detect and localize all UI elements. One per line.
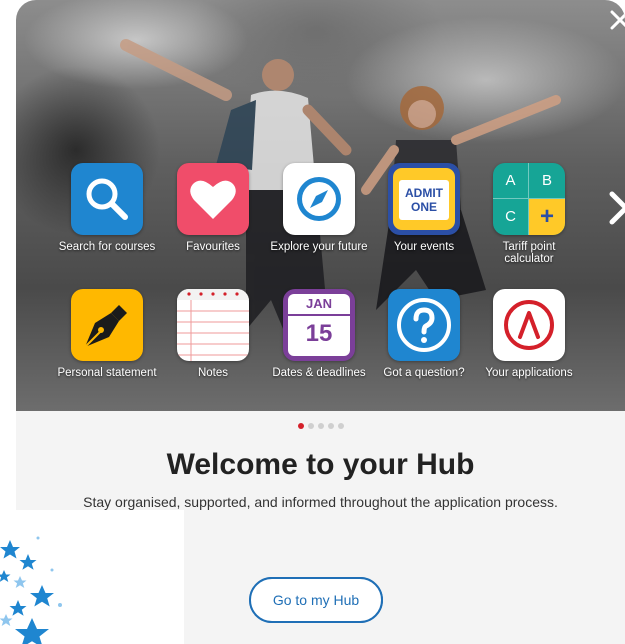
app-label: Notes	[197, 367, 229, 379]
hero-image: Search for courses Favourites Explore yo…	[16, 0, 625, 411]
ticket-icon: ADMIT ONE	[393, 168, 455, 230]
question-icon	[397, 298, 451, 352]
go-to-hub-button-visible[interactable]: Go to my Hub	[249, 577, 383, 623]
statement-tile	[71, 289, 143, 361]
question-tile	[388, 289, 460, 361]
favourites-tile	[177, 163, 249, 235]
applications-tile	[493, 289, 565, 361]
search-icon	[86, 178, 128, 220]
pagination-dot-2[interactable]	[307, 423, 314, 429]
app-search-courses[interactable]: Search for courses	[57, 163, 157, 253]
app-tariff-calculator[interactable]: A B C + Tariff point calculator	[479, 163, 579, 265]
app-your-applications[interactable]: Your applications	[479, 289, 579, 379]
pagination-dot-5[interactable]	[337, 423, 344, 429]
pagination-dot-4[interactable]	[327, 423, 334, 429]
app-label: Tariff point calculator	[502, 241, 556, 265]
events-tile: ADMIT ONE	[388, 163, 460, 235]
app-notes[interactable]: Notes	[163, 289, 263, 379]
carousel-next-button[interactable]	[604, 190, 625, 226]
app-got-question[interactable]: Got a question?	[374, 289, 474, 379]
app-label: Got a question?	[383, 367, 465, 379]
app-label: Dates & deadlines	[272, 367, 366, 379]
calculator-icon: A B C +	[493, 163, 565, 235]
notes-tile	[177, 289, 249, 361]
compass-icon	[297, 177, 341, 221]
app-label: Search for courses	[58, 241, 156, 253]
app-label: Your events	[393, 241, 455, 253]
applications-icon	[504, 300, 554, 350]
app-personal-statement[interactable]: Personal statement	[57, 289, 157, 379]
calendar-icon: JAN 15	[283, 289, 355, 361]
calc-key-c: C	[493, 199, 529, 235]
app-label: Favourites	[186, 241, 240, 253]
pen-icon	[84, 305, 127, 348]
app-label: Your applications	[485, 367, 573, 379]
app-dates-deadlines[interactable]: JAN 15 Dates & deadlines	[269, 289, 369, 379]
app-label: Explore your future	[270, 241, 368, 253]
calendar-day: 15	[305, 320, 333, 347]
close-button[interactable]	[606, 8, 625, 36]
calc-key-a: A	[493, 163, 529, 199]
calc-key-b: B	[529, 163, 565, 199]
app-label: Personal statement	[57, 367, 157, 379]
close-icon	[610, 10, 625, 30]
chevron-right-icon	[609, 191, 625, 225]
calendar-month: JAN	[288, 294, 350, 316]
pagination-dot-1[interactable]	[297, 423, 304, 429]
search-tile	[71, 163, 143, 235]
calc-key-plus: +	[529, 199, 565, 235]
welcome-subtitle: Stay organised, supported, and informed …	[83, 494, 558, 510]
welcome-title: Welcome to your Hub	[166, 448, 475, 481]
app-your-events[interactable]: ADMIT ONE Your events	[374, 163, 474, 253]
app-favourites[interactable]: Favourites	[163, 163, 263, 253]
heart-icon	[190, 180, 236, 219]
explore-tile	[283, 163, 355, 235]
stars-icon	[0, 536, 62, 644]
ticket-line1: ADMIT	[405, 186, 443, 200]
ticket-line2: ONE	[410, 200, 437, 214]
notepad-icon	[177, 289, 249, 361]
pagination-dot-3[interactable]	[317, 423, 324, 429]
carousel-pagination	[16, 416, 625, 434]
app-explore-future[interactable]: Explore your future	[269, 163, 369, 253]
